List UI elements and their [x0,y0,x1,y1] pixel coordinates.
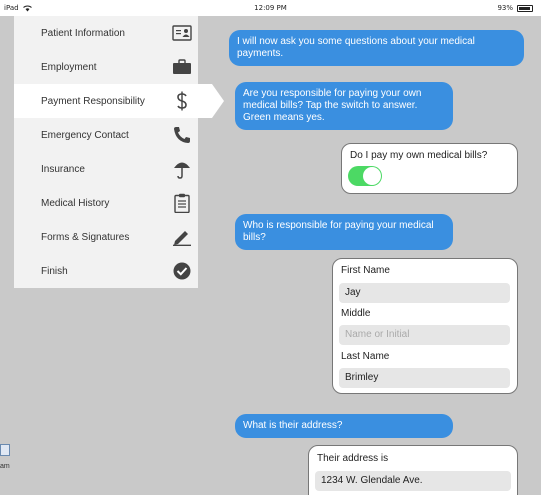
sidebar-item-label: Employment [41,61,97,73]
sidebar-item-label: Medical History [41,197,110,209]
sidebar-item-label: Payment Responsibility [41,95,145,107]
bottom-left-fragment: am [0,444,10,479]
check-circle-icon [171,261,193,281]
question-bubble-address: What is their address? [235,414,453,438]
last-name-field[interactable]: Brimley [339,368,510,388]
sidebar-item-forms-signatures[interactable]: Forms & Signatures [14,220,198,254]
own-bills-toggle[interactable] [348,166,382,186]
sidebar: Patient Information Employment Payment R… [14,16,224,288]
address-label: Their address is [317,453,389,464]
first-name-label: First Name [341,265,390,276]
question-bubble-intro: I will now ask you some questions about … [229,30,524,66]
question-bubble-responsible: Are you responsible for paying your own … [235,82,453,130]
sidebar-item-label: Emergency Contact [41,129,129,141]
bottom-left-text: am [0,463,10,470]
umbrella-icon [171,159,193,179]
battery-percent: 93% [497,4,513,12]
sidebar-item-payment-responsibility[interactable]: Payment Responsibility [14,84,224,118]
sidebar-item-label: Insurance [41,163,85,175]
address-field[interactable]: 1234 W. Glendale Ave. [315,471,511,491]
sidebar-item-medical-history[interactable]: Medical History [14,186,198,220]
payer-name-card: First Name Jay Middle Name or Initial La… [332,258,518,394]
main-content: Patient Information Employment Payment R… [0,16,541,495]
last-name-label: Last Name [341,351,390,362]
answer-card-own-bills: Do I pay my own medical bills? [341,143,518,194]
sidebar-item-emergency-contact[interactable]: Emergency Contact [14,118,198,152]
sidebar-item-insurance[interactable]: Insurance [14,152,198,186]
middle-name-label: Middle [341,308,371,319]
sidebar-item-employment[interactable]: Employment [14,50,198,84]
window-fragment-icon [3,444,10,456]
sidebar-item-label: Patient Information [41,27,125,39]
middle-name-field[interactable]: Name or Initial [339,325,510,345]
sidebar-item-finish[interactable]: Finish [14,254,198,288]
sidebar-item-label: Forms & Signatures [41,231,130,243]
own-bills-label: Do I pay my own medical bills? [350,150,488,161]
sidebar-item-patient-information[interactable]: Patient Information [14,16,198,50]
battery-icon [517,4,533,12]
address-card: Their address is 1234 W. Glendale Ave. [308,445,518,495]
first-name-field[interactable]: Jay [339,283,510,303]
dollar-icon [171,91,193,111]
id-card-icon [171,23,193,43]
clock: 12:09 PM [254,4,287,12]
phone-icon [171,125,193,145]
question-bubble-who-pays: Who is responsible for paying your medic… [235,214,453,250]
sidebar-item-label: Finish [41,265,68,277]
pen-icon [171,227,193,247]
briefcase-icon [171,57,193,77]
clipboard-icon [171,193,193,213]
